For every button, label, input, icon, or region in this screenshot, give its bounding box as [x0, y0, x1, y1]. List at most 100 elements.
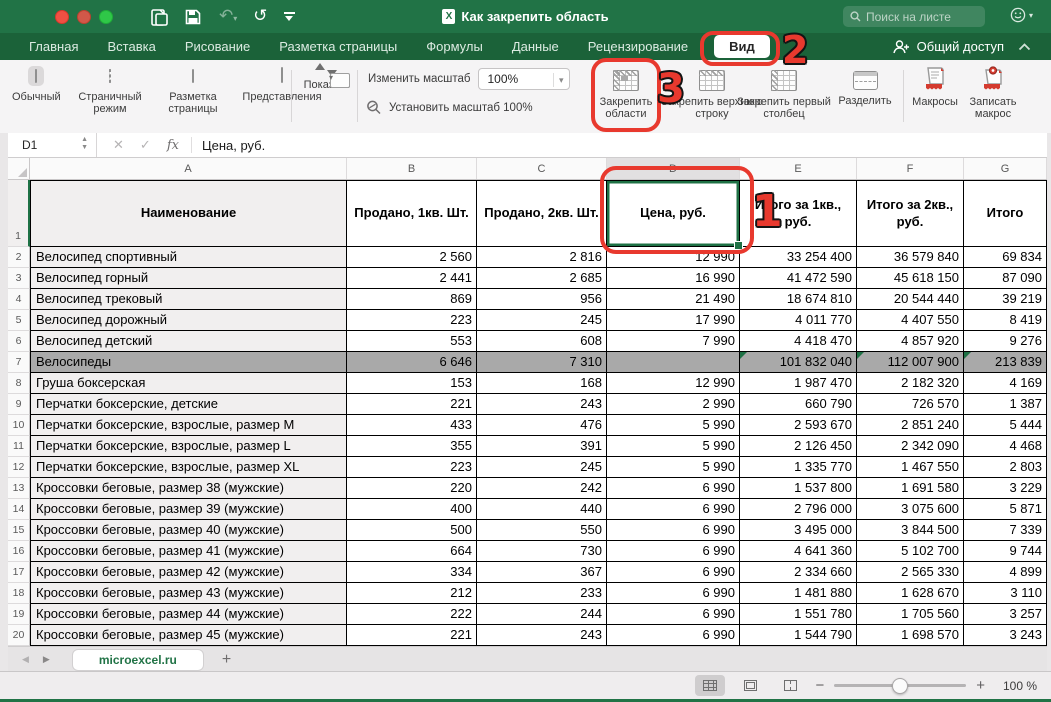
cell-A18[interactable]: Кроссовки беговые, размер 43 (мужские) — [30, 583, 347, 604]
cell-D17[interactable]: 6 990 — [607, 562, 740, 583]
cell-G6[interactable]: 9 276 — [964, 331, 1047, 352]
row-header-4[interactable]: 4 — [8, 289, 30, 310]
cell-E2[interactable]: 33 254 400 — [740, 247, 857, 268]
cell-G12[interactable]: 2 803 — [964, 457, 1047, 478]
cell-F11[interactable]: 2 342 090 — [857, 436, 964, 457]
ribbon-tab-Формулы[interactable]: Формулы — [426, 39, 483, 54]
cell-E20[interactable]: 1 544 790 — [740, 625, 857, 646]
column-header-B[interactable]: B — [347, 158, 477, 179]
cell-C6[interactable]: 608 — [477, 331, 607, 352]
zoom-in-button[interactable]: + — [976, 677, 985, 694]
prev-sheet-arrow-icon[interactable]: ◀ — [22, 654, 29, 665]
cell-A7[interactable]: Велосипеды — [30, 352, 347, 373]
header-cell-E1[interactable]: Итого за 1кв., руб. — [740, 180, 857, 247]
add-sheet-button[interactable]: + — [222, 652, 231, 668]
cell-C17[interactable]: 367 — [477, 562, 607, 583]
sheet-tab-microexcel[interactable]: microexcel.ru — [72, 649, 204, 671]
cell-C4[interactable]: 956 — [477, 289, 607, 310]
header-cell-C1[interactable]: Продано, 2кв. Шт. — [477, 180, 607, 247]
cell-B16[interactable]: 664 — [347, 541, 477, 562]
cell-F4[interactable]: 20 544 440 — [857, 289, 964, 310]
cell-B2[interactable]: 2 560 — [347, 247, 477, 268]
cell-D5[interactable]: 17 990 — [607, 310, 740, 331]
cell-E6[interactable]: 4 418 470 — [740, 331, 857, 352]
cell-C8[interactable]: 168 — [477, 373, 607, 394]
cell-B9[interactable]: 221 — [347, 394, 477, 415]
cell-A2[interactable]: Велосипед спортивный — [30, 247, 347, 268]
cell-G11[interactable]: 4 468 — [964, 436, 1047, 457]
formula-bar-content[interactable]: Цена, руб. — [202, 138, 265, 153]
cell-D7[interactable] — [607, 352, 740, 373]
row-header-15[interactable]: 15 — [8, 520, 30, 541]
cell-C2[interactable]: 2 816 — [477, 247, 607, 268]
cell-E7[interactable]: 101 832 040 — [740, 352, 857, 373]
ribbon-tab-Вставка[interactable]: Вставка — [107, 39, 155, 54]
cell-C10[interactable]: 476 — [477, 415, 607, 436]
redo-button[interactable]: ↺ — [253, 8, 267, 26]
cell-G17[interactable]: 4 899 — [964, 562, 1047, 583]
cell-F14[interactable]: 3 075 600 — [857, 499, 964, 520]
row-header-9[interactable]: 9 — [8, 394, 30, 415]
cell-A15[interactable]: Кроссовки беговые, размер 40 (мужские) — [30, 520, 347, 541]
ribbon-tab-Вид[interactable]: Вид — [714, 35, 770, 58]
cell-F3[interactable]: 45 618 150 — [857, 268, 964, 289]
cell-F19[interactable]: 1 705 560 — [857, 604, 964, 625]
row-header-11[interactable]: 11 — [8, 436, 30, 457]
cell-B13[interactable]: 220 — [347, 478, 477, 499]
cell-A20[interactable]: Кроссовки беговые, размер 45 (мужские) — [30, 625, 347, 646]
cell-F9[interactable]: 726 570 — [857, 394, 964, 415]
cell-E17[interactable]: 2 334 660 — [740, 562, 857, 583]
cell-G14[interactable]: 5 871 — [964, 499, 1047, 520]
cell-G13[interactable]: 3 229 — [964, 478, 1047, 499]
cell-C19[interactable]: 244 — [477, 604, 607, 625]
cell-E10[interactable]: 2 593 670 — [740, 415, 857, 436]
cell-C13[interactable]: 242 — [477, 478, 607, 499]
cell-F15[interactable]: 3 844 500 — [857, 520, 964, 541]
save-icon[interactable] — [185, 9, 203, 25]
cell-E19[interactable]: 1 551 780 — [740, 604, 857, 625]
column-header-E[interactable]: E — [740, 158, 857, 179]
cell-D20[interactable]: 6 990 — [607, 625, 740, 646]
cell-F18[interactable]: 1 628 670 — [857, 583, 964, 604]
cell-A16[interactable]: Кроссовки беговые, размер 41 (мужские) — [30, 541, 347, 562]
cell-G8[interactable]: 4 169 — [964, 373, 1047, 394]
zoom-dropdown[interactable]: 100%▾ — [478, 68, 570, 90]
row-header-3[interactable]: 3 — [8, 268, 30, 289]
row-header-1[interactable]: 1 — [8, 180, 30, 247]
show-button[interactable]: ▾ Показать — [296, 66, 358, 91]
cell-G10[interactable]: 5 444 — [964, 415, 1047, 436]
cell-B8[interactable]: 153 — [347, 373, 477, 394]
cell-A12[interactable]: Перчатки боксерские, взрослые, размер XL — [30, 457, 347, 478]
cell-E15[interactable]: 3 495 000 — [740, 520, 857, 541]
cell-E9[interactable]: 660 790 — [740, 394, 857, 415]
insert-function-icon[interactable]: fx — [167, 138, 179, 153]
cell-B12[interactable]: 223 — [347, 457, 477, 478]
close-window-button[interactable] — [55, 10, 69, 24]
cell-D15[interactable]: 6 990 — [607, 520, 740, 541]
cell-G20[interactable]: 3 243 — [964, 625, 1047, 646]
cancel-icon[interactable]: ✕ — [113, 137, 124, 153]
cell-A4[interactable]: Велосипед трековый — [30, 289, 347, 310]
cell-A10[interactable]: Перчатки боксерские, взрослые, размер M — [30, 415, 347, 436]
cell-B5[interactable]: 223 — [347, 310, 477, 331]
column-header-D[interactable]: D — [607, 158, 740, 179]
cell-C14[interactable]: 440 — [477, 499, 607, 520]
cell-D2[interactable]: 12 990 — [607, 247, 740, 268]
feedback-smiley-button[interactable]: ▾ — [1010, 7, 1033, 23]
selection-fill-handle[interactable] — [734, 241, 743, 250]
minimize-window-button[interactable] — [77, 10, 91, 24]
cell-F10[interactable]: 2 851 240 — [857, 415, 964, 436]
cell-B7[interactable]: 6 646 — [347, 352, 477, 373]
cell-F2[interactable]: 36 579 840 — [857, 247, 964, 268]
cell-E14[interactable]: 2 796 000 — [740, 499, 857, 520]
cell-D10[interactable]: 5 990 — [607, 415, 740, 436]
cell-C12[interactable]: 245 — [477, 457, 607, 478]
zoom-window-button[interactable] — [99, 10, 113, 24]
column-header-A[interactable]: A — [30, 158, 347, 179]
cell-D11[interactable]: 5 990 — [607, 436, 740, 457]
row-header-2[interactable]: 2 — [8, 247, 30, 268]
row-header-20[interactable]: 20 — [8, 625, 30, 646]
cell-B10[interactable]: 433 — [347, 415, 477, 436]
cell-D18[interactable]: 6 990 — [607, 583, 740, 604]
cell-B15[interactable]: 500 — [347, 520, 477, 541]
